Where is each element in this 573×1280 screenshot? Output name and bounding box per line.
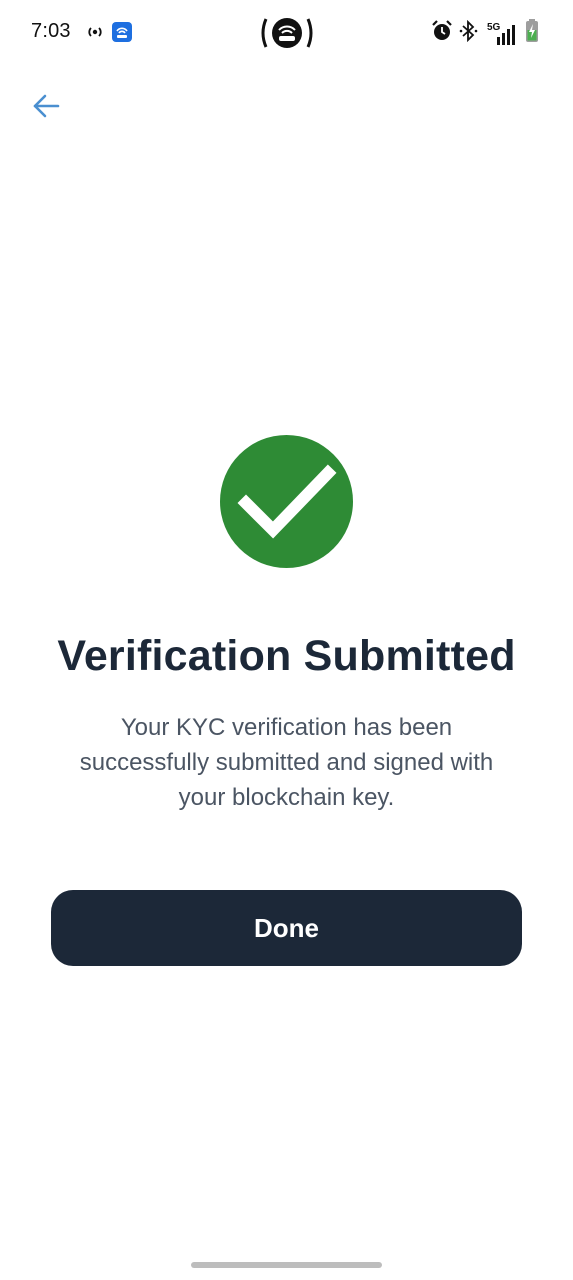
hotspot-icon	[86, 22, 104, 47]
home-indicator[interactable]	[191, 1262, 382, 1268]
cast-icon	[260, 15, 314, 51]
battery-charging-icon	[525, 19, 539, 48]
signal-icon: 5G	[485, 22, 519, 45]
status-bar: 7:03 5G	[0, 0, 573, 66]
page-title: Verification Submitted	[57, 632, 516, 680]
status-right-icons: 5G	[431, 19, 539, 48]
status-left-icons	[86, 22, 132, 47]
bluetooth-icon	[459, 19, 479, 47]
done-button-label: Done	[254, 912, 319, 943]
done-button[interactable]: Done	[51, 890, 522, 966]
confirmation-message: Your KYC verification has been successfu…	[79, 714, 494, 811]
status-time: 7:03	[31, 20, 71, 42]
back-button[interactable]	[26, 88, 66, 128]
check-circle-icon	[220, 435, 353, 568]
app-notification-icon	[112, 22, 132, 47]
arrow-left-icon	[31, 93, 61, 124]
screen: 7:03 5G Verification Submitted Your KYC …	[0, 0, 573, 1280]
alarm-icon	[431, 20, 453, 47]
